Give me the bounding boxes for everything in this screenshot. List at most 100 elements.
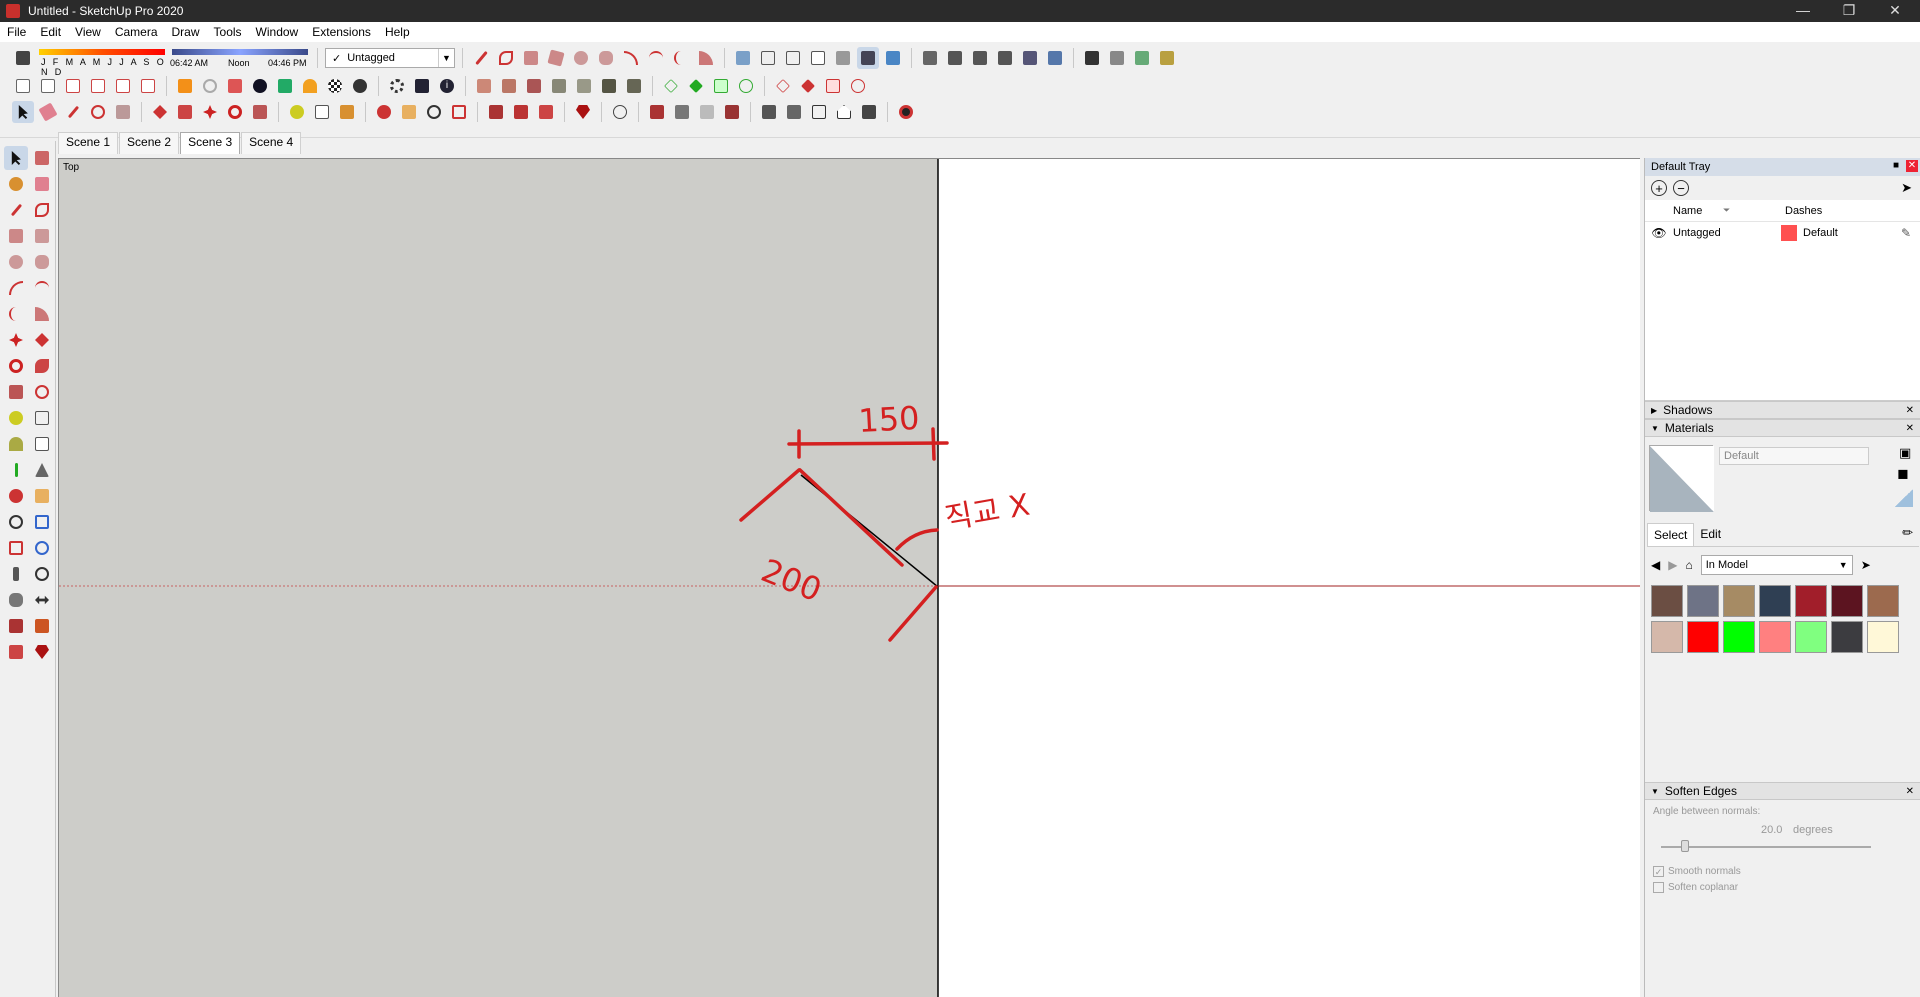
menu-view[interactable]: View: [68, 25, 108, 39]
move-tool-icon[interactable]: [4, 328, 28, 352]
rotate-icon[interactable]: [224, 101, 246, 123]
line-icon[interactable]: [4, 198, 28, 222]
swatch-7[interactable]: [1867, 585, 1899, 617]
profile-icon[interactable]: [609, 101, 631, 123]
3d-text-icon[interactable]: [30, 458, 54, 482]
close-panel-icon[interactable]: ✕: [1906, 423, 1914, 434]
house-icon[interactable]: [833, 101, 855, 123]
details-arrow-icon[interactable]: ➤: [1901, 180, 1912, 196]
wireframe-icon[interactable]: [782, 47, 804, 69]
eye-icon[interactable]: 👁: [1645, 226, 1673, 240]
axes-icon[interactable]: [4, 458, 28, 482]
menu-tools[interactable]: Tools: [207, 25, 249, 39]
swatch-1[interactable]: [1651, 585, 1683, 617]
swatch-6[interactable]: [1831, 585, 1863, 617]
swatch-5[interactable]: [1795, 585, 1827, 617]
position-camera-icon[interactable]: [4, 562, 28, 586]
arc-icon[interactable]: [620, 47, 642, 69]
zoom-window-icon[interactable]: [30, 510, 54, 534]
dimension-icon[interactable]: [30, 406, 54, 430]
menu-window[interactable]: Window: [249, 25, 306, 39]
tag-row-untagged[interactable]: 👁 Untagged Default ✎: [1645, 222, 1920, 244]
close-panel-icon[interactable]: ✕: [1906, 405, 1914, 416]
sandbox-scratch-icon[interactable]: [498, 75, 520, 97]
angle-slider-thumb[interactable]: [1681, 840, 1689, 852]
pencil-icon[interactable]: ✎: [1901, 226, 1911, 240]
two-point-arc-icon[interactable]: [645, 47, 667, 69]
split-icon[interactable]: [772, 75, 794, 97]
restore-button[interactable]: ❐: [1826, 0, 1872, 22]
checker-icon[interactable]: [324, 75, 346, 97]
lock-icon[interactable]: ▣: [1899, 445, 1911, 461]
ruby-icon[interactable]: [572, 101, 594, 123]
add-location-icon[interactable]: [249, 75, 271, 97]
soften-coplanar-row[interactable]: Soften coplanar: [1653, 882, 1738, 893]
arc2-draw-icon[interactable]: [30, 276, 54, 300]
paint-icon[interactable]: [4, 172, 28, 196]
tray-close-icon[interactable]: ✕: [1906, 160, 1918, 172]
menu-file[interactable]: File: [0, 25, 33, 39]
push-pull-tool-icon[interactable]: [30, 328, 54, 352]
zoom-extents-icon[interactable]: [448, 101, 470, 123]
cut-icon[interactable]: [87, 75, 109, 97]
iso-view-icon[interactable]: [919, 47, 941, 69]
tag-dropdown[interactable]: ✓ Untagged ▼: [325, 48, 455, 68]
roof-icon[interactable]: [858, 101, 880, 123]
smoove-icon[interactable]: [523, 75, 545, 97]
freehand-draw-icon[interactable]: [30, 198, 54, 222]
add-tag-icon[interactable]: +: [1651, 180, 1667, 196]
info-icon[interactable]: i: [436, 75, 458, 97]
section-fill-icon[interactable]: [696, 101, 718, 123]
trim-icon[interactable]: [735, 75, 757, 97]
book-icon[interactable]: [1156, 47, 1178, 69]
tab-scene-2[interactable]: Scene 2: [119, 132, 180, 154]
stairs-icon[interactable]: [1106, 47, 1128, 69]
material-name-field[interactable]: Default: [1719, 447, 1869, 465]
sandbox-contours-icon[interactable]: [473, 75, 495, 97]
eraser-icon[interactable]: [12, 47, 34, 69]
collection-dropdown[interactable]: In Model ▼: [1700, 555, 1853, 575]
tag-dashes[interactable]: Default: [1803, 227, 1901, 239]
close-panel-icon[interactable]: ✕: [1906, 786, 1914, 797]
select-icon[interactable]: [4, 146, 28, 170]
swatch-12[interactable]: [1795, 621, 1827, 653]
close-button[interactable]: ✕: [1872, 0, 1918, 22]
mail-icon[interactable]: [411, 75, 433, 97]
polygon-icon[interactable]: [595, 47, 617, 69]
warehouse-icon[interactable]: [274, 75, 296, 97]
menu-edit[interactable]: Edit: [33, 25, 68, 39]
swatch-14[interactable]: [1867, 621, 1899, 653]
solid-inspector-icon[interactable]: [822, 75, 844, 97]
right-view-icon[interactable]: [994, 47, 1016, 69]
pan-icon[interactable]: [398, 101, 420, 123]
paste-icon[interactable]: [137, 75, 159, 97]
section-plane-tool-icon[interactable]: [30, 588, 54, 612]
warehouse-tool-icon[interactable]: [4, 614, 28, 638]
back-arrow-icon[interactable]: ◀: [1651, 558, 1660, 572]
drawing-viewport[interactable]: Top 150 200 직교 X: [58, 158, 1640, 997]
freehand-icon[interactable]: [495, 47, 517, 69]
create-material-icon[interactable]: ◼: [1897, 465, 1909, 482]
soften-coplanar-checkbox[interactable]: [1653, 882, 1664, 893]
delete-tag-icon[interactable]: −: [1673, 180, 1689, 196]
smooth-normals-checkbox[interactable]: ✓: [1653, 866, 1664, 877]
share-component-icon[interactable]: [535, 101, 557, 123]
shadows-panel-title[interactable]: ▶ Shadows ✕: [1645, 401, 1920, 419]
back-view-icon[interactable]: [1019, 47, 1041, 69]
menu-camera[interactable]: Camera: [108, 25, 165, 39]
save-icon[interactable]: [62, 75, 84, 97]
scale-tool-icon[interactable]: [4, 380, 28, 404]
menu-draw[interactable]: Draw: [165, 25, 207, 39]
zoom-icon[interactable]: [423, 101, 445, 123]
shadow-month-slider[interactable]: J F M A M J J A S O N D: [37, 47, 167, 77]
swatch-8[interactable]: [1651, 621, 1683, 653]
select-tool-icon[interactable]: [12, 101, 34, 123]
shape-tool-icon[interactable]: [112, 101, 134, 123]
cloud-icon[interactable]: [349, 75, 371, 97]
zoom-tool-icon[interactable]: [4, 510, 28, 534]
eraser-tool-icon[interactable]: [37, 101, 59, 123]
component-icon[interactable]: [758, 101, 780, 123]
stamp-icon[interactable]: [548, 75, 570, 97]
details-arrow-icon[interactable]: ➤: [1861, 558, 1871, 572]
push-pull-icon[interactable]: [149, 101, 171, 123]
